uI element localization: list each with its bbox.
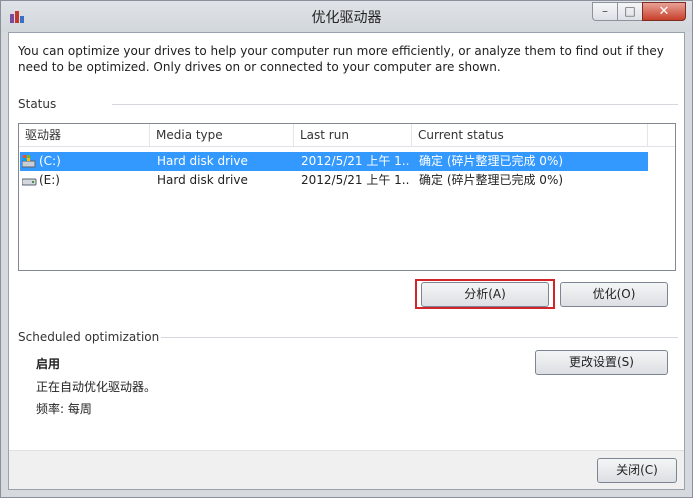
optimize-drives-window: 优化驱动器 – □ ✕ You can optimize your drives… [0, 0, 693, 498]
drive-name: (E:) [39, 173, 60, 187]
schedule-frequency: 频率: 每周 [36, 402, 92, 416]
minimize-icon: – [602, 4, 608, 18]
maximize-button[interactable]: □ [617, 2, 643, 21]
last-run: 2012/5/21 上午 1... [301, 154, 409, 168]
column-header-current-status[interactable]: Current status [412, 124, 648, 146]
schedule-state: 启用 [36, 357, 61, 371]
current-status: 确定 (碎片整理已完成 0%) [419, 173, 564, 187]
dialog-content: You can optimize your drives to help you… [8, 32, 685, 490]
media-type: Hard disk drive [157, 173, 248, 187]
close-window-button[interactable]: ✕ [642, 2, 686, 21]
media-type: Hard disk drive [157, 154, 248, 168]
close-button[interactable]: 关闭(C) [597, 458, 677, 483]
current-status: 确定 (碎片整理已完成 0%) [419, 154, 564, 168]
change-settings-button[interactable]: 更改设置(S) [535, 350, 668, 375]
schedule-detail: 正在自动优化驱动器。 [36, 380, 157, 394]
description-text: You can optimize your drives to help you… [18, 44, 664, 74]
status-divider [112, 104, 678, 105]
status-group-label: Status [18, 97, 57, 111]
optimize-button[interactable]: 优化(O) [560, 282, 668, 307]
drives-list[interactable]: 驱动器 Media type Last run Current status (… [18, 123, 676, 271]
column-header-last-run[interactable]: Last run [294, 124, 412, 146]
close-icon: ✕ [658, 4, 670, 19]
dialog-footer: 关闭(C) [9, 450, 684, 489]
drive-name: (C:) [39, 154, 61, 168]
analyze-button-highlight [415, 279, 555, 309]
hard-drive-icon [22, 178, 37, 186]
system-drive-icon [22, 155, 36, 168]
last-run: 2012/5/21 上午 1... [301, 173, 409, 187]
scheduled-divider [161, 337, 678, 338]
column-header-drive[interactable]: 驱动器 [19, 124, 150, 146]
maximize-icon: □ [624, 4, 636, 18]
drive-row-c[interactable]: (C:) Hard disk drive 2012/5/21 上午 1... 确… [20, 152, 648, 171]
column-header-media-type[interactable]: Media type [150, 124, 294, 146]
minimize-button[interactable]: – [592, 2, 618, 21]
title-bar[interactable]: 优化驱动器 – □ ✕ [1, 1, 692, 32]
window-title: 优化驱动器 [311, 10, 382, 26]
drives-list-header: 驱动器 Media type Last run Current status [19, 124, 675, 147]
scheduled-group-label: Scheduled optimization [18, 330, 160, 344]
drive-row-e[interactable]: (E:) Hard disk drive 2012/5/21 上午 1... 确… [20, 171, 648, 190]
